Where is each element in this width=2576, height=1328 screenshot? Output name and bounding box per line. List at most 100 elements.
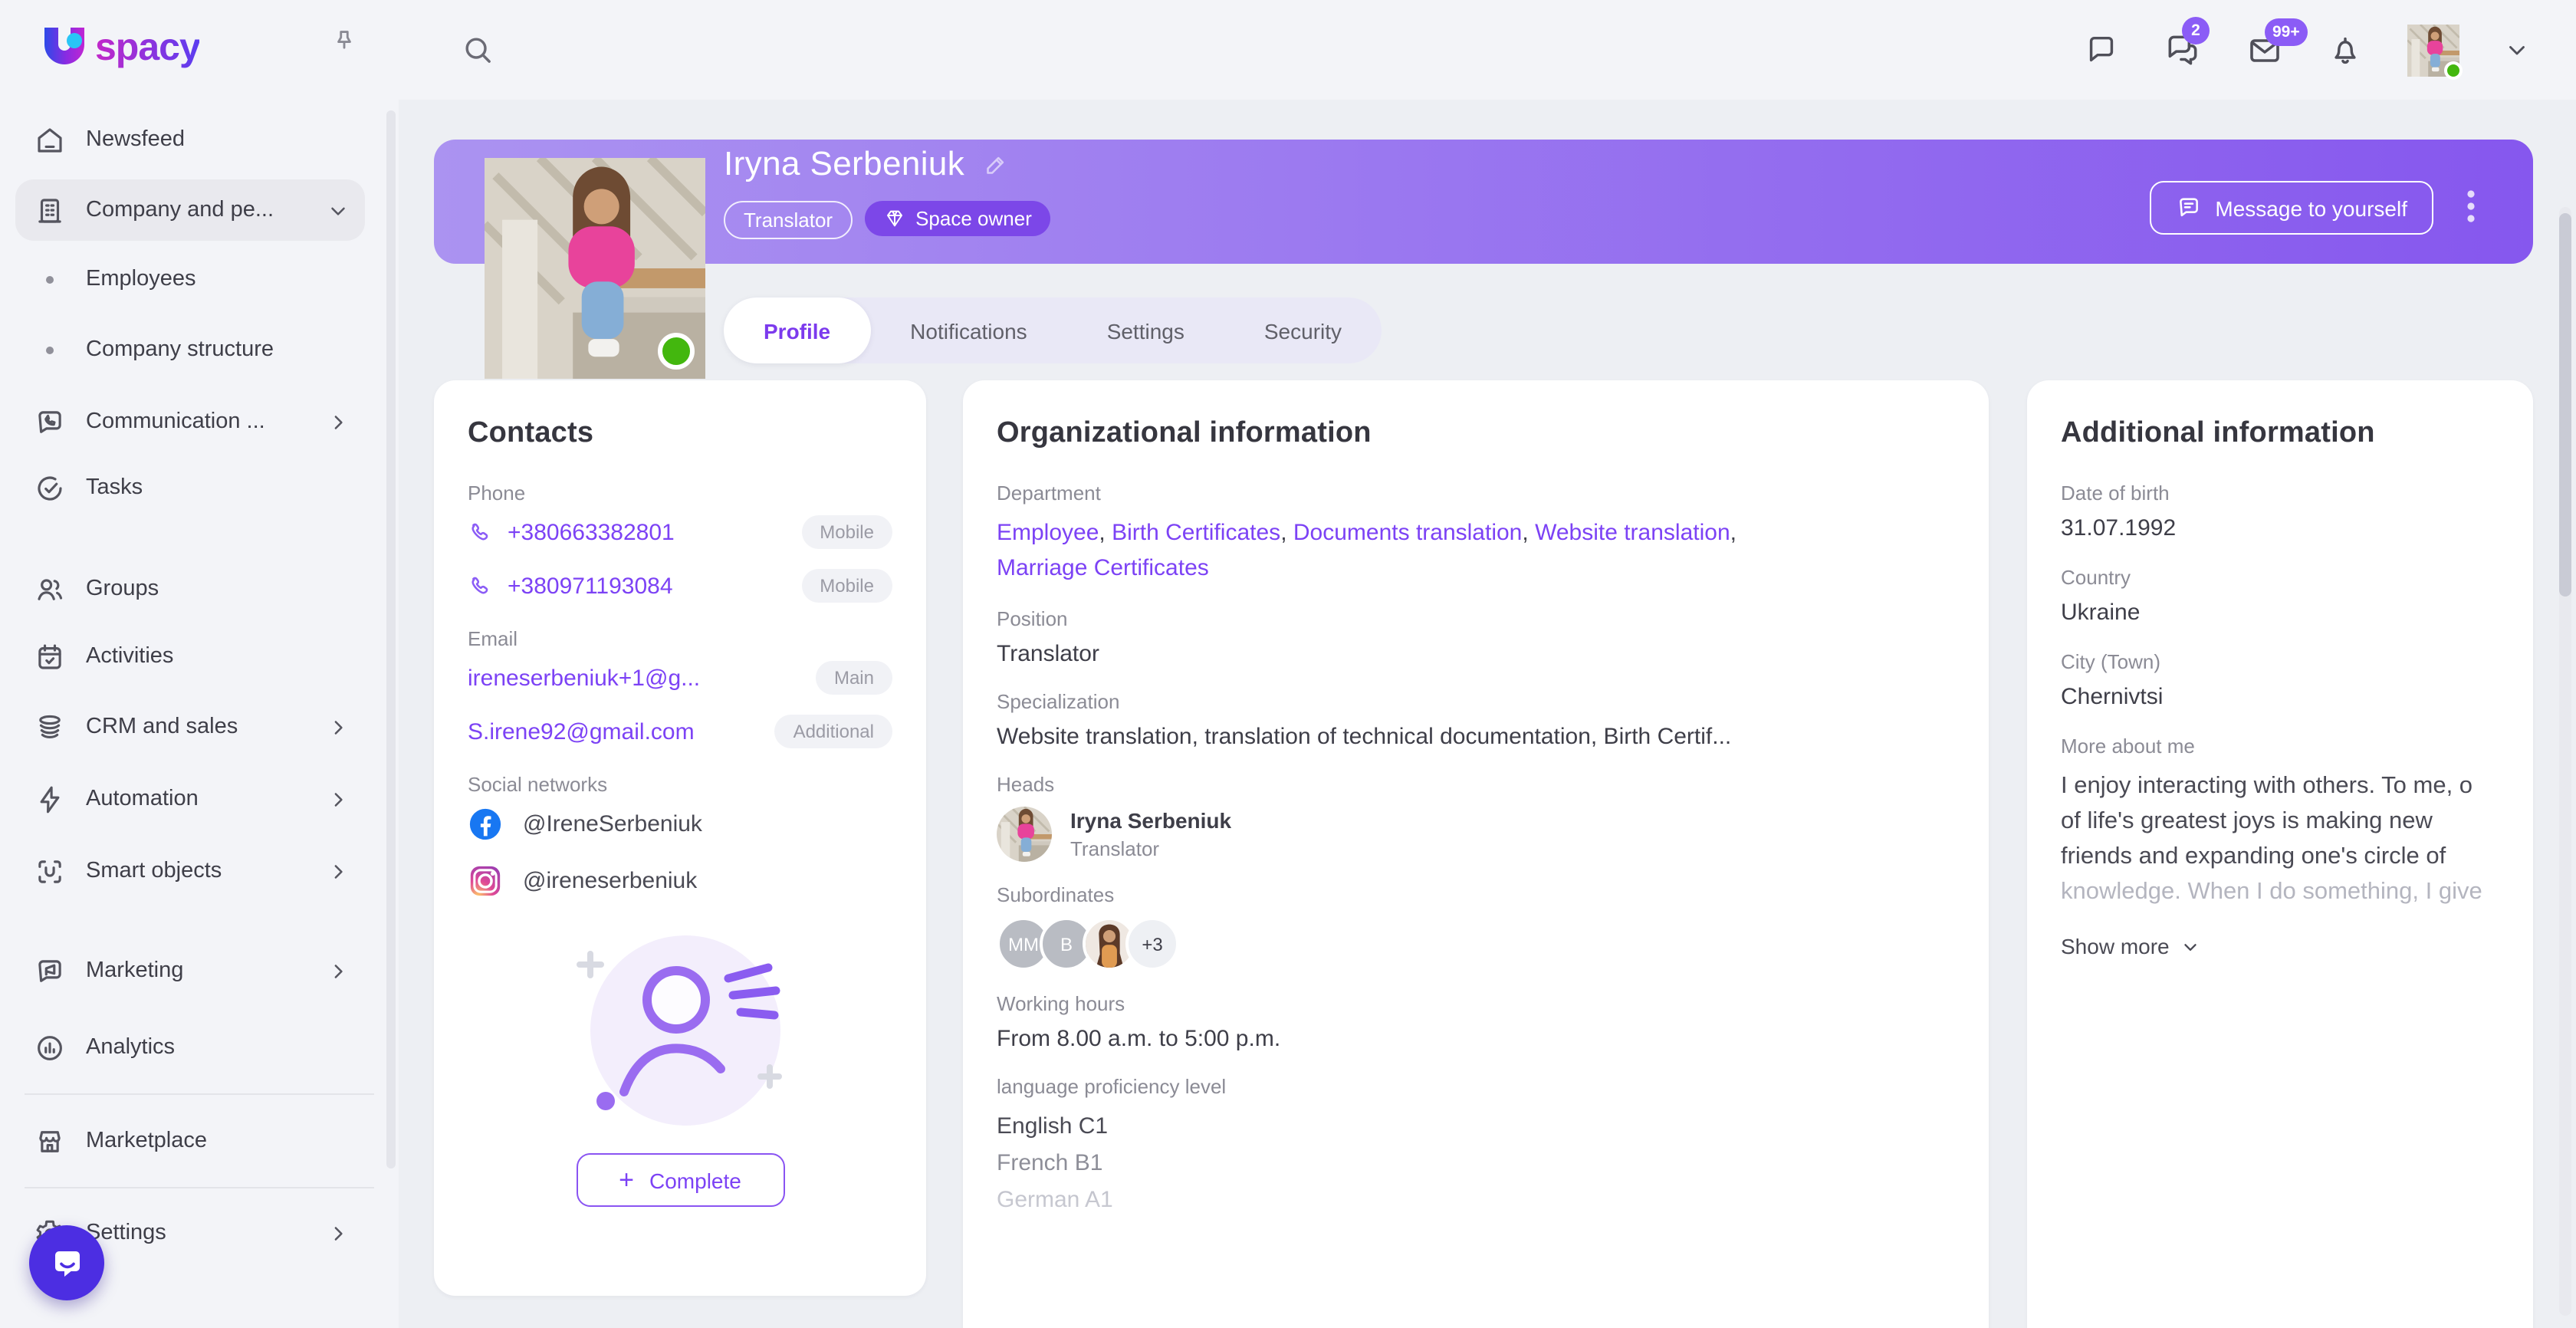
task-check-icon [34, 472, 66, 504]
instagram-icon [468, 863, 503, 899]
chevron-down-icon [2180, 936, 2200, 956]
phone-icon [468, 573, 494, 599]
head-person[interactable]: Iryna Serbeniuk Translator [997, 807, 1955, 862]
space-owner-badge: Space owner [865, 201, 1050, 236]
sidebar-item-groups[interactable]: Groups [15, 561, 365, 616]
sidebar-item-tasks[interactable]: Tasks [15, 460, 365, 515]
email-tag: Main [816, 661, 892, 695]
chat-bubble-icon [48, 1244, 85, 1281]
logo-text: spacy [95, 25, 200, 70]
sidebar-divider [25, 1187, 374, 1188]
phone-number[interactable]: +380663382801 [508, 519, 675, 545]
communication-icon [34, 406, 66, 438]
bell-icon[interactable] [2328, 32, 2363, 67]
dob-label: Date of birth [2061, 482, 2499, 505]
sidebar-item-smart-objects[interactable]: Smart objects [15, 843, 365, 899]
subordinates-avatars[interactable]: MM B +3 [997, 917, 1955, 971]
role-badge: Translator [724, 201, 853, 239]
chat-icon [2175, 195, 2201, 221]
sidebar-item-label: Groups [86, 577, 159, 601]
sidebar-item-label: Activities [86, 644, 173, 669]
more-options-icon[interactable] [2450, 186, 2490, 225]
message-to-yourself-button[interactable]: Message to yourself [2149, 181, 2433, 235]
subordinates-more-badge[interactable]: +3 [1125, 917, 1179, 971]
phone-tag: Mobile [801, 515, 892, 549]
chevron-right-icon [327, 410, 350, 433]
department-link[interactable]: Marriage Certificates [997, 555, 1209, 581]
online-status-dot [2444, 61, 2463, 79]
sidebar-item-company-and-people[interactable]: Company and pe... [15, 179, 365, 241]
social-handle[interactable]: @IreneSerbeniuk [523, 811, 702, 837]
email-address[interactable]: S.irene92@gmail.com [468, 718, 695, 745]
sidebar-item-activities[interactable]: Activities [15, 629, 365, 684]
sidebar-item-label: Tasks [86, 475, 143, 500]
sidebar-item-marketplace[interactable]: Marketplace [15, 1113, 365, 1169]
country-label: Country [2061, 566, 2499, 589]
email-address[interactable]: ireneserbeniuk+1@g... [468, 665, 700, 691]
phone-row: +380663382801 Mobile [468, 515, 892, 549]
department-link[interactable]: Employee [997, 520, 1099, 546]
edit-name-icon[interactable] [983, 151, 1009, 177]
phone-number[interactable]: +380971193084 [508, 573, 673, 599]
sidebar-item-automation[interactable]: Automation [15, 771, 365, 827]
tab-settings[interactable]: Settings [1067, 297, 1224, 363]
search-icon[interactable] [460, 32, 495, 67]
online-status-dot [658, 333, 695, 370]
user-avatar[interactable] [2407, 24, 2459, 76]
email-tag: Additional [775, 715, 892, 748]
chevron-down-icon [327, 199, 350, 222]
social-handle[interactable]: @ireneserbeniuk [523, 868, 697, 894]
sidebar-item-crm-and-sales[interactable]: CRM and sales [15, 699, 365, 754]
sidebar-divider [25, 1093, 374, 1095]
sidebar-item-company-structure[interactable]: Company structure [15, 322, 365, 377]
company-icon [34, 194, 66, 226]
language-proficiency-label: language proficiency level [997, 1075, 1955, 1098]
pin-sidebar-icon[interactable] [330, 28, 359, 57]
sidebar-item-analytics[interactable]: Analytics [15, 1020, 365, 1075]
tab-profile[interactable]: Profile [724, 297, 870, 363]
card-title: Organizational information [997, 417, 1955, 451]
language-list: English C1 French B1 German A1 [997, 1109, 1955, 1219]
sidebar-item-newsfeed[interactable]: Newsfeed [15, 112, 365, 167]
bullet-icon [34, 334, 66, 366]
mail-icon[interactable]: 99+ [2246, 31, 2283, 68]
department-link[interactable]: Website translation [1535, 520, 1730, 546]
social-row: @IreneSerbeniuk [468, 807, 892, 842]
email-row: S.irene92@gmail.com Additional [468, 715, 892, 748]
sidebar-item-employees[interactable]: Employees [15, 251, 365, 307]
department-link[interactable]: Documents translation [1293, 520, 1523, 546]
app-window: spacy Newsfeed Company and pe... Employe [0, 0, 2576, 1328]
chevron-right-icon [327, 860, 350, 883]
scrollbar-thumb[interactable] [2559, 213, 2571, 597]
sidebar-item-label: Employees [86, 267, 196, 291]
about-label: More about me [2061, 735, 2499, 758]
mail-badge: 99+ [2265, 18, 2308, 45]
working-hours-label: Working hours [997, 992, 1955, 1015]
additional-info-card: Additional information Date of birth 31.… [2027, 380, 2533, 1328]
chevron-right-icon [327, 787, 350, 810]
show-more-link[interactable]: Show more [2061, 934, 2499, 958]
chevron-right-icon [327, 1221, 350, 1244]
comments-icon[interactable] [2084, 32, 2119, 67]
subordinates-label: Subordinates [997, 883, 1955, 906]
messenger-badge: 2 [2182, 17, 2210, 44]
diamond-icon [883, 207, 906, 230]
phone-icon [468, 519, 494, 545]
sidebar-scrollbar[interactable] [386, 110, 396, 1169]
department-link[interactable]: Birth Certificates [1112, 520, 1280, 546]
sidebar-item-communication[interactable]: Communication ... [15, 394, 365, 449]
app-logo[interactable]: spacy [37, 20, 200, 75]
language-item: English C1 [997, 1109, 1955, 1146]
chevron-down-icon[interactable] [2504, 37, 2530, 63]
complete-profile-button[interactable]: + Complete [576, 1153, 784, 1207]
profile-completion-illustration [468, 920, 892, 1135]
tab-notifications[interactable]: Notifications [870, 297, 1067, 363]
sidebar-item-marketing[interactable]: Marketing [15, 943, 365, 998]
working-hours-value: From 8.00 a.m. to 5:00 p.m. [997, 1026, 1955, 1052]
profile-avatar[interactable] [485, 158, 705, 379]
marketing-icon [34, 955, 66, 987]
messenger-icon[interactable]: 2 [2164, 31, 2202, 69]
support-chat-button[interactable] [29, 1225, 104, 1300]
tab-security[interactable]: Security [1224, 297, 1382, 363]
city-value: Chernivtsi [2061, 684, 2499, 710]
